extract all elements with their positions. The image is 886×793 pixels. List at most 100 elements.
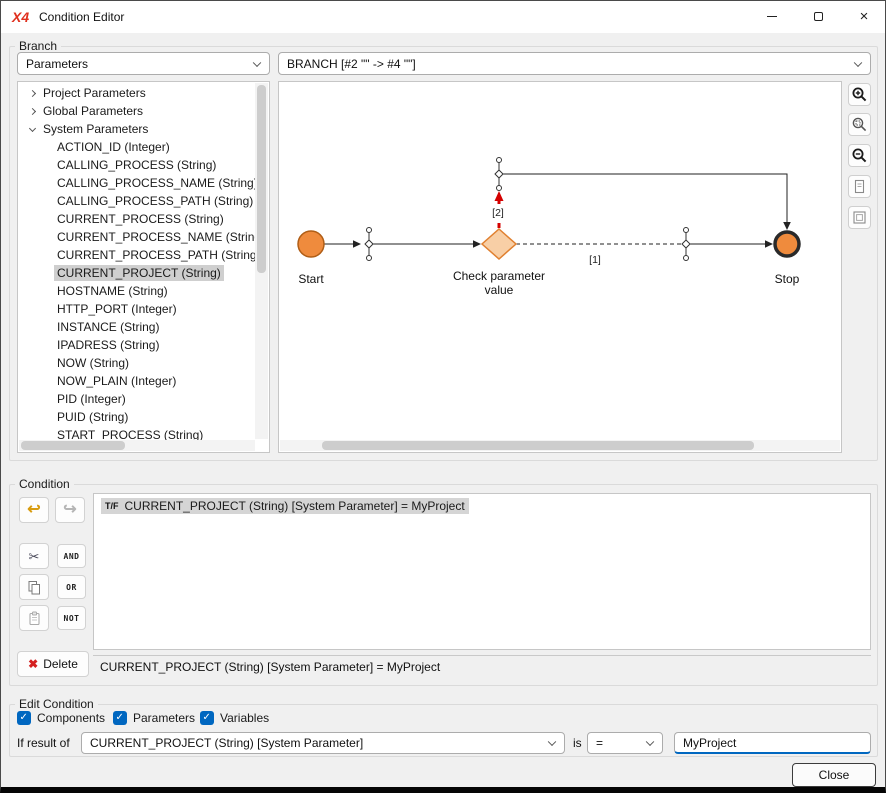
forward-arrow-icon: ↪: [63, 502, 76, 518]
zoom-in-button[interactable]: [848, 83, 871, 106]
scissors-icon: ✂: [29, 550, 40, 563]
edge-true-route: [499, 174, 787, 222]
tree-item[interactable]: HOSTNAME (String): [18, 282, 256, 300]
condition-list-item[interactable]: T/F CURRENT_PROJECT (String) [System Par…: [101, 498, 863, 514]
delete-x-icon: ✖: [28, 657, 38, 671]
maximize-button[interactable]: [795, 1, 841, 32]
tree-item[interactable]: PUID (String): [18, 408, 256, 426]
operator-select-value: =: [596, 736, 603, 750]
zoom-selection-button[interactable]: [848, 113, 871, 136]
condition-editor-window: X4 Condition Editor × Branch Parameters …: [0, 0, 886, 793]
junction-icon[interactable]: [682, 228, 690, 261]
tree-item[interactable]: CALLING_PROCESS_NAME (String): [18, 174, 256, 192]
tree-item[interactable]: CALLING_PROCESS_PATH (String): [18, 192, 256, 210]
minimize-button[interactable]: [749, 1, 795, 32]
delete-button[interactable]: ✖ Delete: [17, 651, 89, 677]
close-button[interactable]: Close: [792, 763, 876, 787]
remove-condition-button[interactable]: ↪: [55, 497, 85, 523]
checkbox-parameters-label: Parameters: [133, 711, 195, 725]
and-label: AND: [64, 552, 80, 561]
tree-item[interactable]: NOW (String): [18, 354, 256, 372]
canvas-horizontal-scrollbar[interactable]: [280, 440, 840, 451]
branch-select[interactable]: BRANCH [#2 "" -> #4 ""]: [278, 52, 871, 75]
tree-item[interactable]: CURRENT_PROCESS_PATH (String): [18, 246, 256, 264]
edge-2-label: [2]: [492, 207, 504, 219]
copy-button[interactable]: [19, 574, 49, 600]
tree-item-system-parameters[interactable]: System Parameters: [18, 120, 256, 138]
junction-icon[interactable]: [365, 228, 373, 261]
stop-node-label: Stop: [775, 272, 800, 286]
start-node[interactable]: [298, 231, 324, 257]
insert-condition-button[interactable]: ↩: [19, 497, 49, 523]
branch-group-label: Branch: [15, 39, 61, 53]
branch-category-select[interactable]: Parameters: [17, 52, 270, 75]
zoom-out-button[interactable]: [848, 144, 871, 167]
condition-text: CURRENT_PROJECT (String) [System Paramet…: [125, 499, 465, 513]
process-diagram: [1] [2]: [279, 82, 841, 439]
parameter-tree[interactable]: Project Parameters Global Parameters Sys…: [17, 81, 270, 453]
and-button[interactable]: AND: [57, 544, 86, 568]
close-icon: ×: [860, 9, 869, 24]
checkbox-parameters[interactable]: Parameters: [113, 711, 195, 725]
scrollbar-thumb[interactable]: [21, 441, 125, 450]
fit-page-button[interactable]: [848, 175, 871, 198]
operator-select[interactable]: =: [587, 732, 663, 754]
not-button[interactable]: NOT: [57, 606, 86, 630]
tree-item-current-project[interactable]: CURRENT_PROJECT (String): [18, 264, 256, 282]
window-title: Condition Editor: [39, 10, 124, 24]
tree-item[interactable]: HTTP_PORT (Integer): [18, 300, 256, 318]
stop-node[interactable]: [775, 232, 799, 256]
close-button-label: Close: [819, 768, 850, 782]
scrollbar-thumb[interactable]: [257, 85, 266, 273]
checkbox-components[interactable]: Components: [17, 711, 105, 725]
arrowhead-icon: [495, 191, 504, 201]
checkbox-checked-icon: [17, 711, 31, 725]
return-arrow-icon: ↩: [27, 502, 40, 518]
tree-vertical-scrollbar[interactable]: [255, 83, 268, 439]
condition-result: CURRENT_PROJECT (String) [System Paramet…: [93, 655, 871, 677]
tree-item[interactable]: CURRENT_PROCESS (String): [18, 210, 256, 228]
tree-item[interactable]: CALLING_PROCESS (String): [18, 156, 256, 174]
paste-button[interactable]: [19, 605, 49, 631]
expander-icon[interactable]: [24, 91, 40, 96]
tree-item[interactable]: NOW_PLAIN (Integer): [18, 372, 256, 390]
tree-item[interactable]: PID (Integer): [18, 390, 256, 408]
tree-item-global-parameters[interactable]: Global Parameters: [18, 102, 256, 120]
fit-window-button[interactable]: [848, 206, 871, 229]
tree-item[interactable]: CURRENT_PROCESS_NAME (String): [18, 228, 256, 246]
arrowhead-icon: [353, 240, 361, 248]
tree-item[interactable]: IPADRESS (String): [18, 336, 256, 354]
checkbox-components-label: Components: [37, 711, 105, 725]
tree-item[interactable]: ACTION_ID (Integer): [18, 138, 256, 156]
cut-button[interactable]: ✂: [19, 543, 49, 569]
maximize-icon: [814, 12, 823, 21]
scrollbar-thumb[interactable]: [322, 441, 754, 450]
chevron-down-icon: [548, 738, 556, 746]
edit-condition-group-label: Edit Condition: [15, 697, 98, 711]
checkbox-checked-icon: [113, 711, 127, 725]
condition-list[interactable]: T/F CURRENT_PROJECT (String) [System Par…: [93, 493, 871, 650]
decision-node[interactable]: [482, 229, 516, 259]
zoom-out-icon: [851, 147, 868, 164]
diagram-canvas[interactable]: [1] [2]: [278, 81, 842, 453]
tree-item-project-parameters[interactable]: Project Parameters: [18, 84, 256, 102]
value-input[interactable]: [674, 732, 871, 754]
checkbox-variables[interactable]: Variables: [200, 711, 269, 725]
tree-item[interactable]: START_PROCESS (String): [18, 426, 256, 440]
or-button[interactable]: OR: [57, 575, 86, 599]
tree-rows: Project Parameters Global Parameters Sys…: [18, 84, 256, 440]
checkbox-checked-icon: [200, 711, 214, 725]
expander-icon[interactable]: [24, 109, 40, 114]
junction-icon[interactable]: [495, 158, 503, 191]
expander-icon[interactable]: [24, 128, 40, 131]
not-label: NOT: [64, 614, 80, 623]
expression-select[interactable]: CURRENT_PROJECT (String) [System Paramet…: [81, 732, 565, 754]
branch-category-value: Parameters: [26, 57, 88, 71]
chevron-down-icon: [253, 58, 261, 66]
close-window-button[interactable]: ×: [841, 1, 886, 32]
arrowhead-icon: [765, 240, 773, 248]
tree-horizontal-scrollbar[interactable]: [19, 440, 255, 451]
title-bar[interactable]: X4 Condition Editor ×: [1, 1, 885, 33]
paste-icon: [27, 611, 42, 626]
tree-item[interactable]: INSTANCE (String): [18, 318, 256, 336]
